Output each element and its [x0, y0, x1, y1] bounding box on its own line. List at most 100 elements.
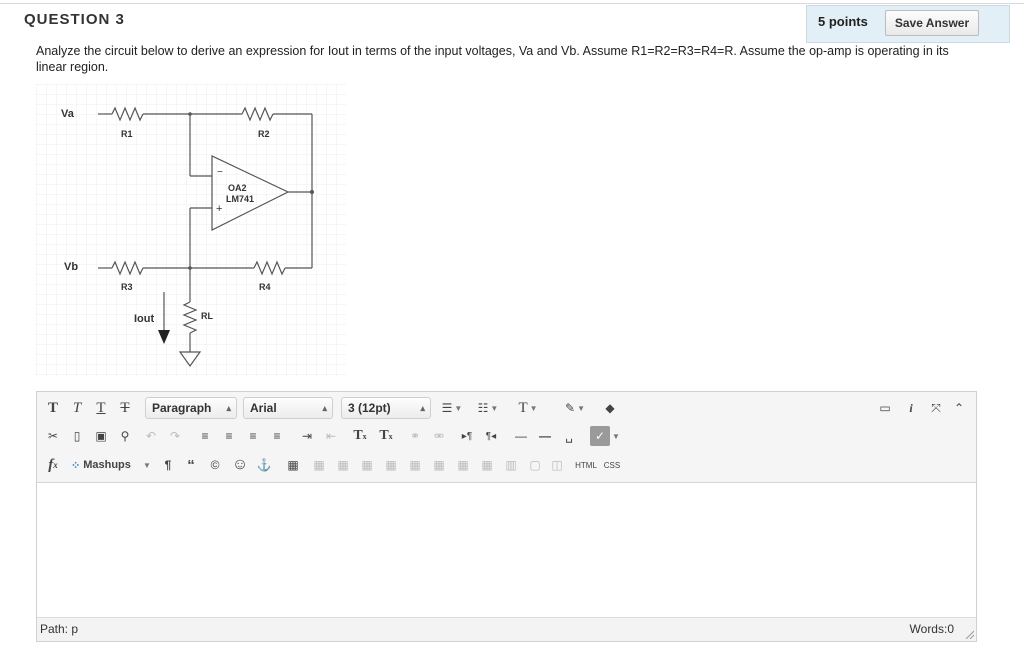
- save-answer-button[interactable]: Save Answer: [885, 10, 979, 36]
- math-fx-icon[interactable]: fx: [43, 455, 63, 475]
- opamp-part: LM741: [226, 194, 254, 204]
- resize-grip-icon[interactable]: [964, 629, 974, 639]
- collapse-toolbar-icon[interactable]: ⌃: [949, 398, 969, 418]
- editor-status-bar: Path: p Words:0: [37, 617, 976, 641]
- underline-icon[interactable]: T: [91, 398, 111, 418]
- answer-editor: T T T T Paragraph ▴ Arial ▴ 3 (12pt) ▴ ☰ ▼ ☷…: [36, 391, 977, 642]
- subscript-glyph: T: [379, 428, 389, 443]
- superscript-icon[interactable]: Tx: [349, 426, 371, 446]
- mashups-label: Mashups: [83, 459, 131, 471]
- editor-toolbar: T T T T Paragraph ▴ Arial ▴ 3 (12pt) ▴ ☰ ▼ ☷…: [37, 392, 976, 483]
- italic-icon[interactable]: T: [67, 398, 87, 418]
- bullet-list-icon[interactable]: ☰ ▼: [437, 398, 467, 418]
- r2-label: R2: [258, 129, 270, 139]
- r4-label: R4: [259, 282, 271, 292]
- rtl-icon[interactable]: ¶◂: [481, 426, 501, 446]
- paste-icon[interactable]: ▣: [91, 426, 111, 446]
- info-icon[interactable]: i: [901, 398, 921, 418]
- paragraph-mark-icon[interactable]: ¶: [159, 455, 177, 475]
- circuit-diagram: Va R1 R2 − + OA2 LM741 Vb R3 R4 Iout RL: [36, 84, 346, 376]
- eraser-icon[interactable]: ◆: [599, 398, 621, 418]
- link-icon[interactable]: ⚭: [405, 426, 425, 446]
- points-panel: 5 points Save Answer: [806, 5, 1010, 43]
- element-path: Path: p: [40, 622, 79, 636]
- horizontal-rule-icon[interactable]: —: [511, 426, 531, 446]
- ltr-icon[interactable]: ▸¶: [457, 426, 477, 446]
- separator-icon[interactable]: —: [535, 426, 555, 446]
- align-left-icon[interactable]: ≡: [195, 426, 215, 446]
- numbered-list-icon[interactable]: ☷ ▼: [471, 398, 505, 418]
- indent-icon[interactable]: ⇥: [297, 426, 317, 446]
- nonbreaking-space-icon[interactable]: ␣: [559, 426, 579, 446]
- minus-label: −: [217, 167, 223, 178]
- plus-label: +: [216, 203, 222, 215]
- delete-col-icon[interactable]: ▦: [429, 455, 449, 475]
- mashups-icon: ⁘: [71, 459, 81, 472]
- text-color-glyph: T: [518, 399, 528, 416]
- junction-dot: [188, 112, 192, 116]
- word-count: Words:0: [909, 622, 954, 636]
- align-center-icon[interactable]: ≡: [219, 426, 239, 446]
- copyright-icon[interactable]: ©: [205, 455, 225, 475]
- insert-col-icon[interactable]: ▦: [405, 455, 425, 475]
- junction-dot: [188, 266, 192, 270]
- vb-label: Vb: [64, 261, 78, 273]
- answer-text-area[interactable]: [37, 483, 976, 618]
- strikethrough-icon[interactable]: T: [115, 398, 135, 418]
- font-select[interactable]: Arial ▴: [243, 397, 333, 419]
- question-prompt: Analyze the circuit below to derive an e…: [36, 44, 949, 74]
- unlink-icon[interactable]: ⚮: [429, 426, 449, 446]
- table-icon[interactable]: ▦: [283, 455, 303, 475]
- paragraph-select[interactable]: Paragraph ▴: [145, 397, 237, 419]
- top-divider: [0, 3, 1024, 4]
- points-label: 5 points: [818, 14, 868, 29]
- size-value: 3 (12pt): [348, 401, 391, 415]
- iout-label: Iout: [134, 313, 154, 325]
- find-icon[interactable]: ⚲: [115, 426, 135, 446]
- highlight-icon[interactable]: ✎ ▼: [559, 398, 591, 418]
- opamp-name: OA2: [228, 183, 247, 193]
- subscript-icon[interactable]: Tx: [375, 426, 397, 446]
- text-color-icon[interactable]: T ▼: [513, 398, 543, 418]
- select-arrows-icon: ▴: [226, 403, 231, 413]
- mashups-button[interactable]: ⁘ Mashups: [71, 455, 149, 475]
- table-props-icon[interactable]: ▦: [309, 455, 329, 475]
- preview-icon[interactable]: ▭: [875, 398, 895, 418]
- question-title: QUESTION 3: [24, 11, 125, 28]
- r1-label: R1: [121, 129, 133, 139]
- row-props-icon[interactable]: ▥: [501, 455, 521, 475]
- insert-row-icon[interactable]: ▦: [357, 455, 377, 475]
- delete-row-icon[interactable]: ▦: [381, 455, 401, 475]
- box-icon[interactable]: ▢: [525, 455, 545, 475]
- junction-dot: [310, 190, 314, 194]
- r3-label: R3: [121, 282, 133, 292]
- justify-icon[interactable]: ≡: [267, 426, 287, 446]
- split-cells-icon[interactable]: ▦: [477, 455, 497, 475]
- anchor-icon[interactable]: ⚓: [253, 455, 275, 475]
- align-right-icon[interactable]: ≡: [243, 426, 263, 446]
- redo-icon[interactable]: ↷: [165, 426, 185, 446]
- paragraph-value: Paragraph: [152, 401, 212, 415]
- emoticon-icon[interactable]: ☺: [229, 455, 251, 475]
- cell-props-icon[interactable]: ▦: [333, 455, 353, 475]
- columns-icon[interactable]: ◫: [547, 455, 567, 475]
- outdent-icon[interactable]: ⇤: [321, 426, 341, 446]
- css-button[interactable]: CSS: [601, 455, 623, 475]
- superscript-glyph: T: [353, 428, 363, 443]
- merge-cells-icon[interactable]: ▦: [453, 455, 473, 475]
- html-source-button[interactable]: HTML: [573, 455, 599, 475]
- va-label: Va: [61, 108, 75, 120]
- bold-icon[interactable]: T: [43, 398, 63, 418]
- select-arrows-icon: ▴: [420, 403, 425, 413]
- select-arrows-icon: ▴: [322, 403, 327, 413]
- rl-label: RL: [201, 311, 213, 321]
- font-value: Arial: [250, 401, 277, 415]
- blockquote-icon[interactable]: “: [181, 455, 201, 475]
- undo-icon[interactable]: ↶: [141, 426, 161, 446]
- copy-icon[interactable]: ▯: [67, 426, 87, 446]
- cut-icon[interactable]: ✂: [43, 426, 63, 446]
- spellcheck-icon[interactable]: ✓ ▼: [587, 424, 623, 448]
- fullscreen-icon[interactable]: ⤧: [925, 398, 947, 418]
- mashups-dropdown-icon[interactable]: ▼: [141, 455, 153, 475]
- size-select[interactable]: 3 (12pt) ▴: [341, 397, 431, 419]
